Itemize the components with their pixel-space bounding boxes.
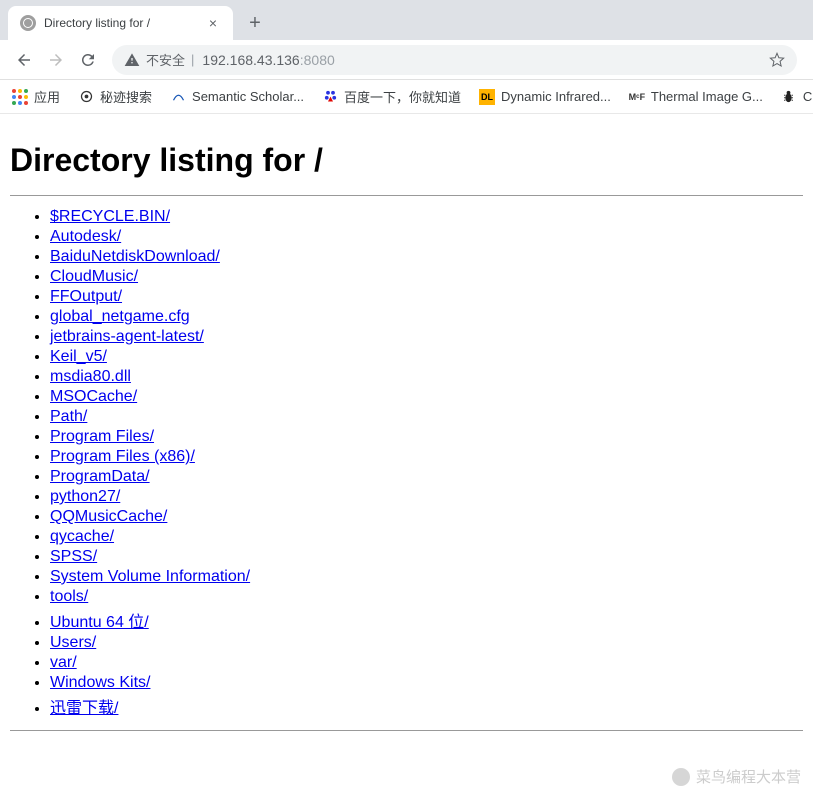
back-button[interactable] <box>10 46 38 74</box>
tab-title: Directory listing for / <box>44 16 197 30</box>
directory-link[interactable]: QQMusicCache/ <box>50 508 167 525</box>
toolbar: 不安全 | 192.168.43.136:8080 <box>0 40 813 80</box>
arrow-right-icon <box>47 51 65 69</box>
directory-link[interactable]: FFOutput/ <box>50 288 122 305</box>
list-item: global_netgame.cfg <box>50 308 803 326</box>
browser-tab[interactable]: Directory listing for / × <box>8 6 233 40</box>
list-item: Program Files/ <box>50 428 803 446</box>
directory-link[interactable]: Keil_v5/ <box>50 348 107 365</box>
directory-link[interactable]: System Volume Information/ <box>50 568 250 585</box>
directory-link[interactable]: qycache/ <box>50 528 114 545</box>
bookmark-cn[interactable]: CN <box>781 89 813 105</box>
bookmark-star-button[interactable] <box>769 52 785 68</box>
list-item: tools/ <box>50 588 803 606</box>
list-item: python27/ <box>50 488 803 506</box>
list-item: MSOCache/ <box>50 388 803 406</box>
list-item: CloudMusic/ <box>50 268 803 286</box>
mcf-icon: MᶜF <box>629 89 645 105</box>
star-icon <box>769 52 785 68</box>
list-item: var/ <box>50 654 803 672</box>
list-item: Keil_v5/ <box>50 348 803 366</box>
directory-list: $RECYCLE.BIN/Autodesk/BaiduNetdiskDownlo… <box>10 208 803 718</box>
bookmark-dynamic-infrared[interactable]: DL Dynamic Infrared... <box>479 89 611 105</box>
directory-link[interactable]: tools/ <box>50 588 88 605</box>
apps-icon <box>12 89 28 105</box>
close-icon[interactable]: × <box>205 15 221 31</box>
arrow-left-icon <box>15 51 33 69</box>
ss-icon <box>170 89 186 105</box>
page-title: Directory listing for / <box>10 142 803 179</box>
list-item: System Volume Information/ <box>50 568 803 586</box>
list-item: SPSS/ <box>50 548 803 566</box>
address-bar[interactable]: 不安全 | 192.168.43.136:8080 <box>112 45 797 75</box>
list-item: msdia80.dll <box>50 368 803 386</box>
divider <box>10 195 803 196</box>
list-item: qycache/ <box>50 528 803 546</box>
wechat-icon <box>672 768 690 786</box>
baidu-icon <box>322 89 338 105</box>
directory-link[interactable]: Program Files (x86)/ <box>50 448 195 465</box>
list-item: Windows Kits/ <box>50 674 803 692</box>
bookmark-miji[interactable]: 秘迹搜索 <box>78 87 152 106</box>
list-item: Path/ <box>50 408 803 426</box>
directory-link[interactable]: python27/ <box>50 488 120 505</box>
new-tab-button[interactable]: + <box>241 9 269 37</box>
forward-button[interactable] <box>42 46 70 74</box>
tab-strip: Directory listing for / × + <box>0 0 813 40</box>
list-item: QQMusicCache/ <box>50 508 803 526</box>
bookmark-semantic-scholar[interactable]: Semantic Scholar... <box>170 89 304 105</box>
apps-button[interactable]: 应用 <box>12 87 60 106</box>
divider <box>10 730 803 731</box>
directory-link[interactable]: Ubuntu 64 位/ <box>50 614 149 631</box>
directory-link[interactable]: jetbrains-agent-latest/ <box>50 328 204 345</box>
list-item: Autodesk/ <box>50 228 803 246</box>
list-item: BaiduNetdiskDownload/ <box>50 248 803 266</box>
bookmarks-bar: 应用 秘迹搜索 Semantic Scholar... 百度一下，你就知道 DL… <box>0 80 813 114</box>
directory-link[interactable]: var/ <box>50 654 77 671</box>
directory-link[interactable]: global_netgame.cfg <box>50 308 190 325</box>
url-text: 192.168.43.136:8080 <box>202 52 334 68</box>
directory-link[interactable]: Autodesk/ <box>50 228 121 245</box>
list-item: 迅雷下载/ <box>50 694 803 718</box>
list-item: FFOutput/ <box>50 288 803 306</box>
list-item: Ubuntu 64 位/ <box>50 608 803 632</box>
directory-link[interactable]: MSOCache/ <box>50 388 137 405</box>
dl-icon: DL <box>479 89 495 105</box>
bug-icon <box>781 89 797 105</box>
globe-icon <box>20 15 36 31</box>
circle-icon <box>78 89 94 105</box>
security-indicator: 不安全 | <box>124 50 194 69</box>
reload-icon <box>79 51 97 69</box>
directory-link[interactable]: Users/ <box>50 634 96 651</box>
watermark: 菜鸟编程大本营 <box>672 766 801 787</box>
bookmark-thermal-image[interactable]: MᶜF Thermal Image G... <box>629 89 763 105</box>
bookmark-baidu[interactable]: 百度一下，你就知道 <box>322 87 461 106</box>
list-item: jetbrains-agent-latest/ <box>50 328 803 346</box>
directory-link[interactable]: $RECYCLE.BIN/ <box>50 208 170 225</box>
list-item: Users/ <box>50 634 803 652</box>
directory-link[interactable]: SPSS/ <box>50 548 97 565</box>
page-content: Directory listing for / $RECYCLE.BIN/Aut… <box>0 114 813 765</box>
directory-link[interactable]: Program Files/ <box>50 428 154 445</box>
list-item: ProgramData/ <box>50 468 803 486</box>
list-item: Program Files (x86)/ <box>50 448 803 466</box>
directory-link[interactable]: BaiduNetdiskDownload/ <box>50 248 220 265</box>
directory-link[interactable]: Windows Kits/ <box>50 674 150 691</box>
warning-icon <box>124 52 140 68</box>
window-chrome: Directory listing for / × + 不安全 | 192.16… <box>0 0 813 114</box>
security-label: 不安全 <box>146 50 185 69</box>
directory-link[interactable]: CloudMusic/ <box>50 268 138 285</box>
directory-link[interactable]: ProgramData/ <box>50 468 150 485</box>
list-item: $RECYCLE.BIN/ <box>50 208 803 226</box>
directory-link[interactable]: msdia80.dll <box>50 368 131 385</box>
directory-link[interactable]: 迅雷下载/ <box>50 700 118 717</box>
reload-button[interactable] <box>74 46 102 74</box>
directory-link[interactable]: Path/ <box>50 408 87 425</box>
